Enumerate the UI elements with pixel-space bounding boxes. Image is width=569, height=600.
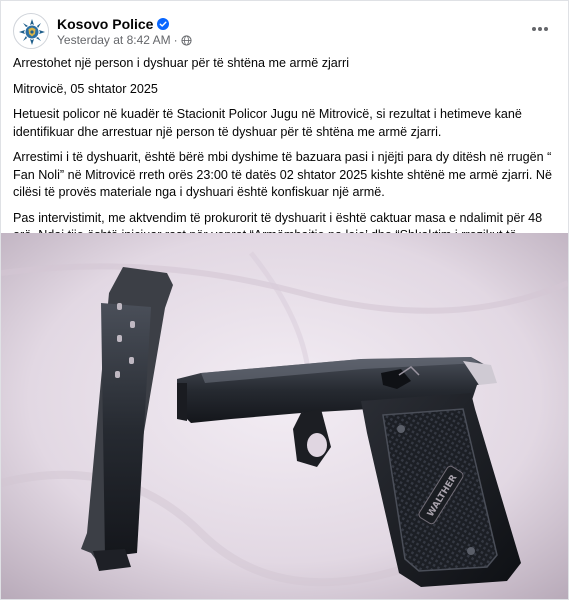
post-paragraph: Hetuesit policor në kuadër të Stacionit … — [13, 107, 522, 139]
police-emblem-icon[interactable] — [13, 13, 49, 49]
verified-badge-icon — [157, 18, 170, 30]
page-name-row: Kosovo Police — [57, 15, 170, 33]
post-headline: Arrestohet një person i dyshuar për të s… — [13, 56, 349, 70]
post-paragraph: Arrestimi i të dyshuarit, është bërë mbi… — [13, 150, 552, 199]
page-name[interactable]: Kosovo Police — [57, 16, 153, 32]
globe-icon[interactable] — [181, 34, 192, 46]
post-meta: Yesterday at 8:42 AM · — [57, 33, 192, 47]
post-timestamp[interactable]: Yesterday at 8:42 AM — [57, 33, 171, 47]
post-photo[interactable]: WALTHER — [1, 233, 568, 599]
facebook-post-card: Kosovo Police Yesterday at 8:42 AM · Arr… — [0, 0, 569, 600]
post-dateline: Mitrovicë, 05 shtator 2025 — [13, 81, 158, 96]
post-header: Kosovo Police Yesterday at 8:42 AM · — [13, 11, 558, 51]
more-options-icon[interactable] — [528, 19, 552, 39]
meta-separator: · — [173, 33, 178, 47]
